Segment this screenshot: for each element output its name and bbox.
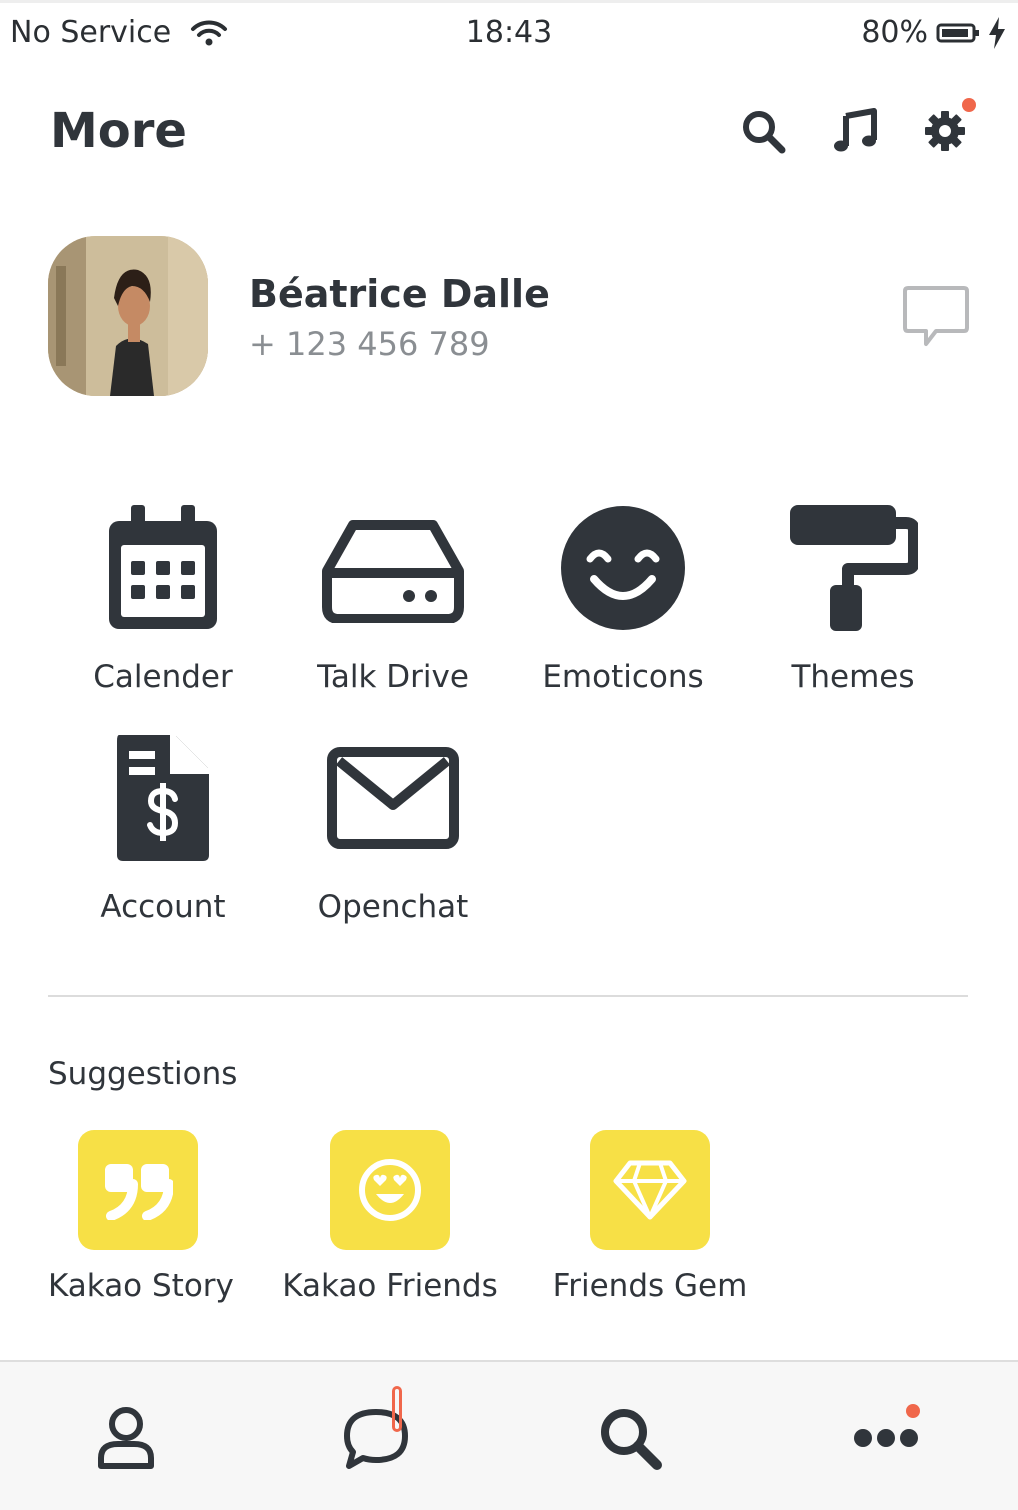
menu-item-emoticons[interactable]: Emoticons (508, 503, 738, 695)
status-bar: No Service 18:43 80% (0, 0, 1018, 60)
paint-roller-icon (790, 505, 918, 631)
music-note-icon (834, 108, 877, 152)
menu-item-label: Account (100, 889, 226, 925)
suggestion-tile (590, 1130, 710, 1250)
suggestion-kakao-friends[interactable]: Kakao Friends (280, 1130, 500, 1304)
invoice-icon (117, 733, 211, 861)
avatar[interactable] (48, 236, 208, 396)
battery-percent: 80% (861, 15, 928, 50)
charging-bolt-icon (989, 16, 1005, 49)
diamond-icon (613, 1160, 687, 1220)
menu-item-label: Talk Drive (317, 659, 469, 695)
tab-search[interactable] (590, 1398, 670, 1478)
menu-item-themes[interactable]: Themes (738, 503, 968, 695)
calendar-icon (109, 505, 217, 629)
menu-item-account[interactable]: Account (48, 733, 278, 925)
suggestion-tile (78, 1130, 198, 1250)
suggestion-friends-gem[interactable]: Friends Gem (550, 1130, 750, 1304)
section-divider (48, 995, 968, 997)
profile-name[interactable]: Béatrice Dalle (249, 272, 550, 316)
search-icon (601, 1409, 662, 1470)
tab-more[interactable] (846, 1398, 926, 1478)
envelope-icon (327, 747, 459, 849)
more-badge-dot (906, 1404, 920, 1418)
settings-button[interactable] (920, 98, 976, 156)
person-icon (98, 1407, 154, 1469)
suggestion-kakao-story[interactable]: Kakao Story (48, 1130, 234, 1304)
menu-item-label: Emoticons (542, 659, 704, 695)
suggestion-label: Friends Gem (552, 1268, 748, 1304)
menu-item-calendar[interactable]: Calender (48, 503, 278, 695)
gear-icon (925, 111, 965, 151)
tab-chats[interactable] (336, 1386, 416, 1478)
search-icon (743, 111, 786, 154)
chat-bubble-icon (903, 286, 969, 346)
suggestion-label: Kakao Friends (282, 1268, 498, 1304)
menu-item-talk-drive[interactable]: Talk Drive (278, 503, 508, 695)
suggestions-title: Suggestions (48, 1056, 238, 1092)
search-button[interactable] (738, 106, 788, 156)
menu-item-openchat[interactable]: Openchat (278, 733, 508, 925)
suggestion-tile (330, 1130, 450, 1250)
tab-friends[interactable] (86, 1398, 166, 1478)
menu-item-label: Themes (791, 659, 915, 695)
menu-item-label: Calender (93, 659, 233, 695)
quote-icon (105, 1164, 173, 1220)
battery-icon (936, 23, 979, 42)
bottom-tab-bar (0, 1360, 1018, 1510)
music-button[interactable] (830, 106, 880, 156)
avatar-photo (48, 236, 208, 396)
smiley-icon (561, 506, 685, 630)
menu-item-label: Openchat (317, 889, 469, 925)
profile-chat-button[interactable] (902, 284, 970, 350)
settings-badge-dot (962, 98, 976, 112)
drive-icon (322, 520, 464, 623)
status-right: 80% (861, 15, 1006, 50)
heart-eyes-icon (359, 1159, 421, 1221)
profile-phone: + 123 456 789 (249, 325, 490, 363)
page-title: More (50, 103, 187, 159)
more-dots-icon (854, 1429, 918, 1447)
chat-badge (392, 1386, 402, 1432)
suggestion-label: Kakao Story (48, 1268, 234, 1304)
